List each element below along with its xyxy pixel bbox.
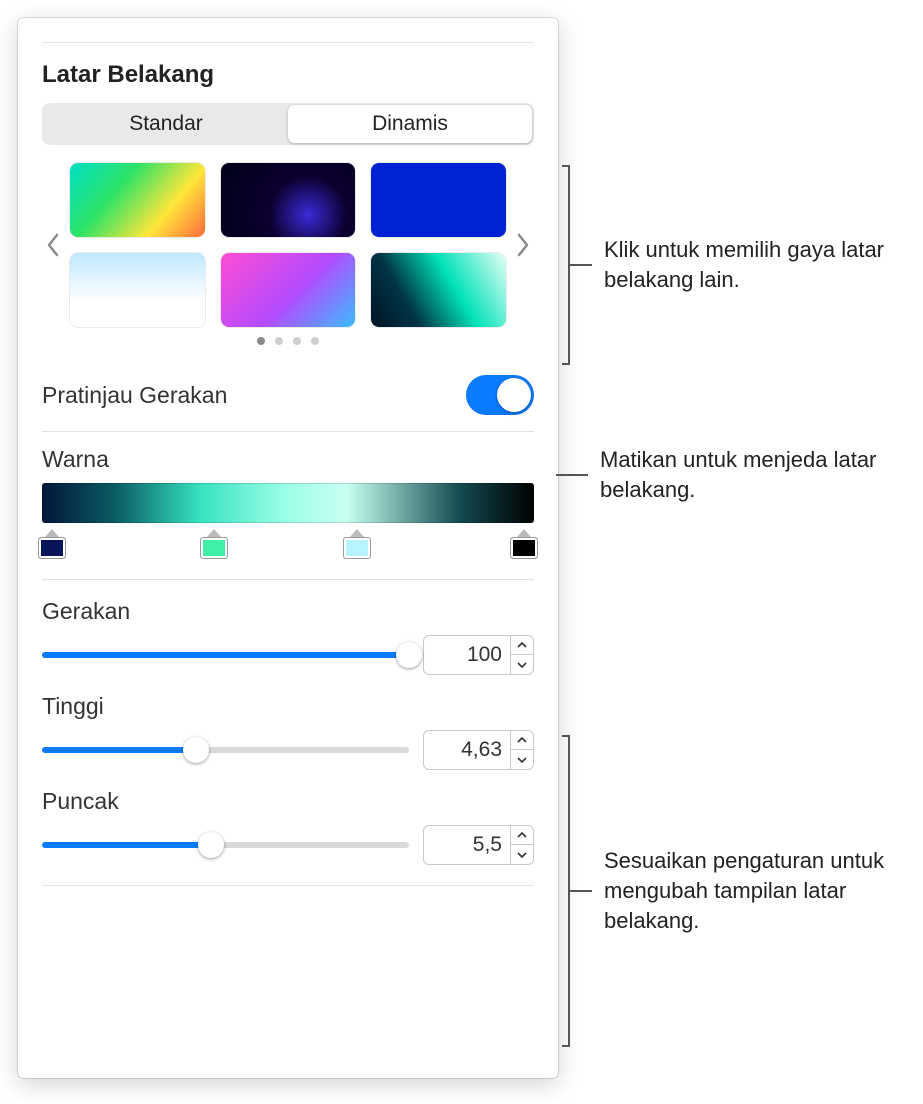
- page-dot[interactable]: [293, 337, 301, 345]
- peak-value[interactable]: 5,5: [424, 827, 510, 863]
- background-panel: Latar Belakang Standar Dinamis Pratinjau…: [18, 18, 558, 1078]
- stepper-up-button[interactable]: [511, 730, 533, 750]
- divider: [42, 579, 534, 580]
- motion-preview-row: Pratinjau Gerakan: [42, 369, 534, 431]
- stepper-up-button[interactable]: [511, 635, 533, 655]
- motion-value[interactable]: 100: [424, 637, 510, 673]
- height-value[interactable]: 4,63: [424, 732, 510, 768]
- page-dot[interactable]: [311, 337, 319, 345]
- peak-slider[interactable]: [42, 842, 409, 848]
- page-dot[interactable]: [257, 337, 265, 345]
- gradient-stops-row[interactable]: [42, 529, 534, 563]
- motion-slider-label: Gerakan: [42, 598, 534, 625]
- stepper-up-button[interactable]: [511, 825, 533, 845]
- slider-handle[interactable]: [198, 832, 224, 858]
- slider-fill: [42, 652, 409, 658]
- callout-line: [570, 264, 592, 266]
- background-type-segmented[interactable]: Standar Dinamis: [42, 103, 534, 145]
- slider-handle[interactable]: [183, 737, 209, 763]
- gradient-stop[interactable]: [38, 529, 66, 559]
- style-thumbnail[interactable]: [371, 253, 506, 327]
- slider-fill: [42, 842, 211, 848]
- height-value-field[interactable]: 4,63: [423, 730, 534, 770]
- chevron-down-icon: [517, 757, 527, 763]
- peak-value-field[interactable]: 5,5: [423, 825, 534, 865]
- chevron-right-icon: [516, 233, 530, 257]
- style-thumbnail[interactable]: [70, 163, 205, 237]
- motion-value-field[interactable]: 100: [423, 635, 534, 675]
- peak-slider-label: Puncak: [42, 788, 534, 815]
- chevron-down-icon: [517, 662, 527, 668]
- divider: [42, 42, 534, 43]
- stepper-down-button[interactable]: [511, 750, 533, 770]
- gallery-prev-button[interactable]: [42, 225, 64, 265]
- height-slider-label: Tinggi: [42, 693, 534, 720]
- callout-text: Klik untuk memilih gaya latar belakang l…: [592, 235, 902, 294]
- chevron-left-icon: [46, 233, 60, 257]
- callout-settings: Sesuaikan pengaturan untuk mengubah tamp…: [562, 735, 902, 1047]
- peak-slider-block: Puncak 5,5: [42, 788, 534, 865]
- stepper-down-button[interactable]: [511, 845, 533, 865]
- slider-handle[interactable]: [396, 642, 422, 668]
- color-section: Warna: [42, 446, 534, 563]
- callout-styles: Klik untuk memilih gaya latar belakang l…: [562, 165, 902, 365]
- motion-slider[interactable]: [42, 652, 409, 658]
- gradient-stop[interactable]: [510, 529, 538, 559]
- gallery-next-button[interactable]: [512, 225, 534, 265]
- style-gallery: [42, 163, 534, 327]
- callout-bracket: [562, 735, 570, 1047]
- callout-bracket: [562, 165, 570, 365]
- segment-standard[interactable]: Standar: [44, 105, 288, 143]
- height-slider[interactable]: [42, 747, 409, 753]
- segment-dynamic[interactable]: Dinamis: [288, 105, 532, 143]
- divider: [42, 431, 534, 432]
- section-title: Latar Belakang: [42, 61, 534, 89]
- chevron-down-icon: [517, 852, 527, 858]
- callout-line: [570, 890, 592, 892]
- slider-fill: [42, 747, 196, 753]
- callout-text: Sesuaikan pengaturan untuk mengubah tamp…: [592, 846, 902, 935]
- divider: [42, 885, 534, 886]
- gallery-page-dots[interactable]: [42, 337, 534, 345]
- callout-text: Matikan untuk menjeda latar belakang.: [588, 445, 898, 504]
- motion-preview-label: Pratinjau Gerakan: [42, 382, 227, 409]
- gradient-stop[interactable]: [200, 529, 228, 559]
- height-slider-block: Tinggi 4,63: [42, 693, 534, 770]
- callout-toggle: Matikan untuk menjeda latar belakang.: [556, 445, 898, 504]
- motion-preview-toggle[interactable]: [466, 375, 534, 415]
- color-label: Warna: [42, 446, 534, 473]
- style-thumbnail[interactable]: [221, 253, 356, 327]
- motion-slider-block: Gerakan 100: [42, 598, 534, 675]
- style-thumbnail[interactable]: [70, 253, 205, 327]
- gradient-stop[interactable]: [343, 529, 371, 559]
- gradient-preview[interactable]: [42, 483, 534, 523]
- callout-line: [556, 474, 588, 476]
- stepper-down-button[interactable]: [511, 655, 533, 675]
- style-thumbnail[interactable]: [371, 163, 506, 237]
- toggle-knob: [497, 378, 531, 412]
- chevron-up-icon: [517, 642, 527, 648]
- chevron-up-icon: [517, 832, 527, 838]
- style-thumbnail[interactable]: [221, 163, 356, 237]
- page-dot[interactable]: [275, 337, 283, 345]
- chevron-up-icon: [517, 737, 527, 743]
- style-thumbnails: [70, 163, 506, 327]
